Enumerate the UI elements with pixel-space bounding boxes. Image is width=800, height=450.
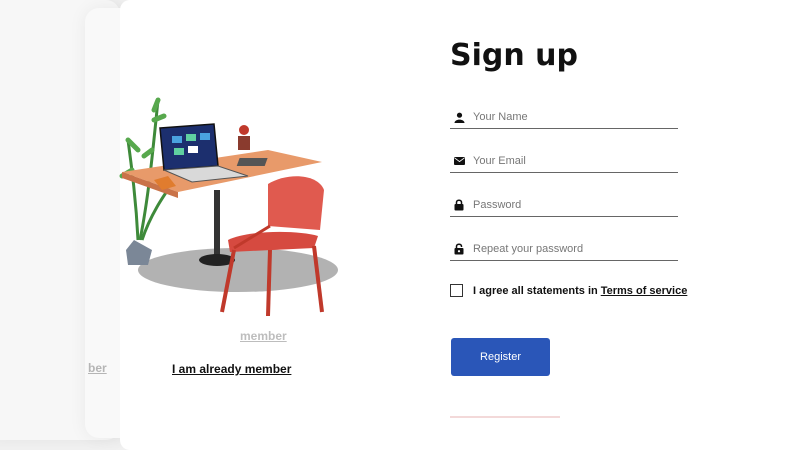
lock-open-icon xyxy=(451,241,467,257)
envelope-icon xyxy=(451,153,467,169)
repeat-password-field[interactable] xyxy=(450,238,678,261)
repeat-password-input[interactable] xyxy=(473,243,663,255)
already-member-link[interactable]: I am already member xyxy=(172,362,291,376)
lock-icon xyxy=(451,197,467,213)
email-input[interactable] xyxy=(473,155,663,167)
laptop-icon xyxy=(159,123,249,183)
password-field[interactable] xyxy=(450,194,678,217)
ghost-member-link: ber xyxy=(88,361,107,375)
ghost-member-link-2: member xyxy=(240,329,287,343)
email-field[interactable] xyxy=(450,150,678,173)
chair-icon xyxy=(220,176,324,317)
faint-divider xyxy=(450,416,560,418)
desk-illustration xyxy=(119,97,338,317)
flower xyxy=(239,125,249,135)
page-title: Sign up xyxy=(450,38,578,73)
floor-shadow xyxy=(138,248,338,292)
flower-pot xyxy=(238,136,250,150)
agree-label: I agree all statements in xyxy=(473,284,598,297)
register-button[interactable]: Register xyxy=(451,338,550,376)
agree-terms-row: I agree all statements in Terms of servi… xyxy=(450,284,687,297)
keyboard xyxy=(236,158,268,166)
password-input[interactable] xyxy=(473,199,663,211)
user-icon xyxy=(451,109,467,125)
name-input[interactable] xyxy=(473,111,663,123)
terms-of-service-link[interactable]: Terms of service xyxy=(601,285,688,297)
agree-checkbox[interactable] xyxy=(450,284,463,297)
name-field[interactable] xyxy=(450,106,678,129)
